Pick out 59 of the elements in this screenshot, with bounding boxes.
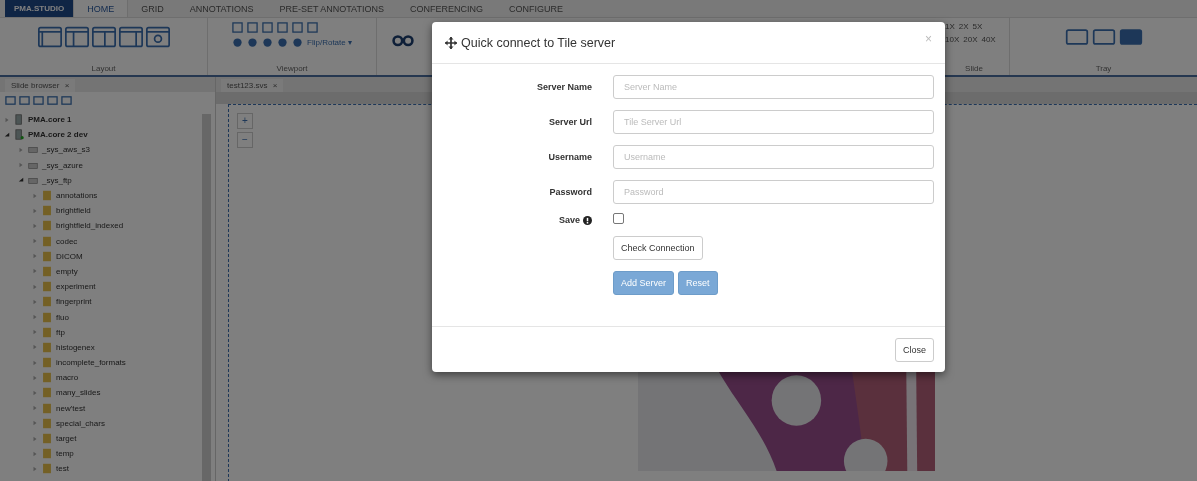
input-field[interactable]: Username <box>613 145 934 169</box>
zoom-level-button[interactable]: 1X <box>945 22 955 31</box>
ribbon-tab[interactable]: ANNOTATIONS <box>176 0 267 17</box>
ribbon-tab[interactable]: GRID <box>128 0 177 17</box>
group-label: Slide <box>965 64 983 73</box>
zoom-level-button[interactable]: 40X <box>981 35 996 44</box>
zoom-in-button[interactable]: + <box>237 113 253 129</box>
tree-item[interactable]: brightfield <box>56 206 91 216</box>
document-tab[interactable]: test123.svs × <box>221 79 284 92</box>
tree-item[interactable]: test <box>56 464 69 474</box>
tree-item[interactable]: histogenex <box>56 342 95 352</box>
field-label: Save <box>558 215 580 225</box>
zoom-out-button[interactable]: − <box>237 132 253 148</box>
group-label: Viewport <box>276 64 308 73</box>
ribbon-tab[interactable]: CONFERENCING <box>396 0 496 17</box>
tree-item[interactable]: target <box>56 434 77 444</box>
zoom-level-button[interactable]: 20X <box>963 35 978 44</box>
flip-rotate-menu[interactable]: Flip/Rotate ▾ <box>307 38 352 47</box>
tree-item[interactable]: many_slides <box>56 388 101 398</box>
zoom-level-button[interactable]: 10X <box>945 35 960 44</box>
field-label: Password <box>548 187 592 197</box>
close-button[interactable]: Close <box>895 337 934 362</box>
tree-item[interactable]: temp <box>56 449 74 459</box>
field-label: Server Name <box>535 82 592 92</box>
tree-item[interactable]: brightfield_indexed <box>56 221 124 231</box>
tree-item[interactable]: incomplete_formats <box>56 358 126 368</box>
tree-item[interactable]: PMA.core 1 <box>28 115 72 125</box>
input-field[interactable]: Server Name <box>613 75 934 99</box>
tree-item[interactable]: annotations <box>56 191 98 201</box>
field-label: Username <box>547 152 592 162</box>
tree-item[interactable]: _sys_ftp <box>42 175 72 185</box>
tree-item[interactable]: ftp <box>56 327 65 337</box>
zoom-level-button[interactable]: 5X <box>972 22 983 31</box>
reset-button[interactable]: Reset <box>678 271 718 295</box>
ribbon-tab[interactable]: PRE-SET ANNOTATIONS <box>266 0 397 17</box>
tree-item[interactable]: new'test <box>56 403 86 413</box>
field-label: Server Url <box>547 117 592 127</box>
tree-item[interactable]: fingerprint <box>56 297 92 307</box>
add-server-button[interactable]: Add Server <box>613 271 675 295</box>
tree-item[interactable]: PMA.core 2 dev <box>28 130 88 140</box>
tree-item[interactable]: _sys_aws_s3 <box>42 145 91 155</box>
input-field[interactable]: Password <box>613 180 934 204</box>
tree-item[interactable]: DICOM <box>56 251 83 261</box>
check-connection-button[interactable]: Check Connection <box>613 236 703 260</box>
tree-item[interactable]: macro <box>56 373 79 383</box>
tree-item[interactable]: special_chars <box>56 418 105 428</box>
tree-item[interactable]: _sys_azure <box>42 160 83 170</box>
zoom-level-button[interactable]: 2X <box>958 22 969 31</box>
tree-item[interactable]: codec <box>56 236 78 246</box>
tree-item[interactable]: experiment <box>56 282 96 292</box>
app-logo[interactable]: PMA.STUDIO <box>5 0 74 17</box>
tree-item[interactable]: fluo <box>56 312 69 322</box>
tree-item[interactable]: empty <box>56 266 78 276</box>
ribbon-tab[interactable]: CONFIGURE <box>495 0 576 17</box>
ribbon-tab[interactable]: HOME <box>73 0 129 17</box>
group-label: Layout <box>91 64 116 73</box>
dialog-title: Quick connect to Tile server <box>461 35 617 50</box>
group-label: Tray <box>1095 64 1112 73</box>
panel-tab[interactable]: Slide browser × <box>5 79 76 92</box>
